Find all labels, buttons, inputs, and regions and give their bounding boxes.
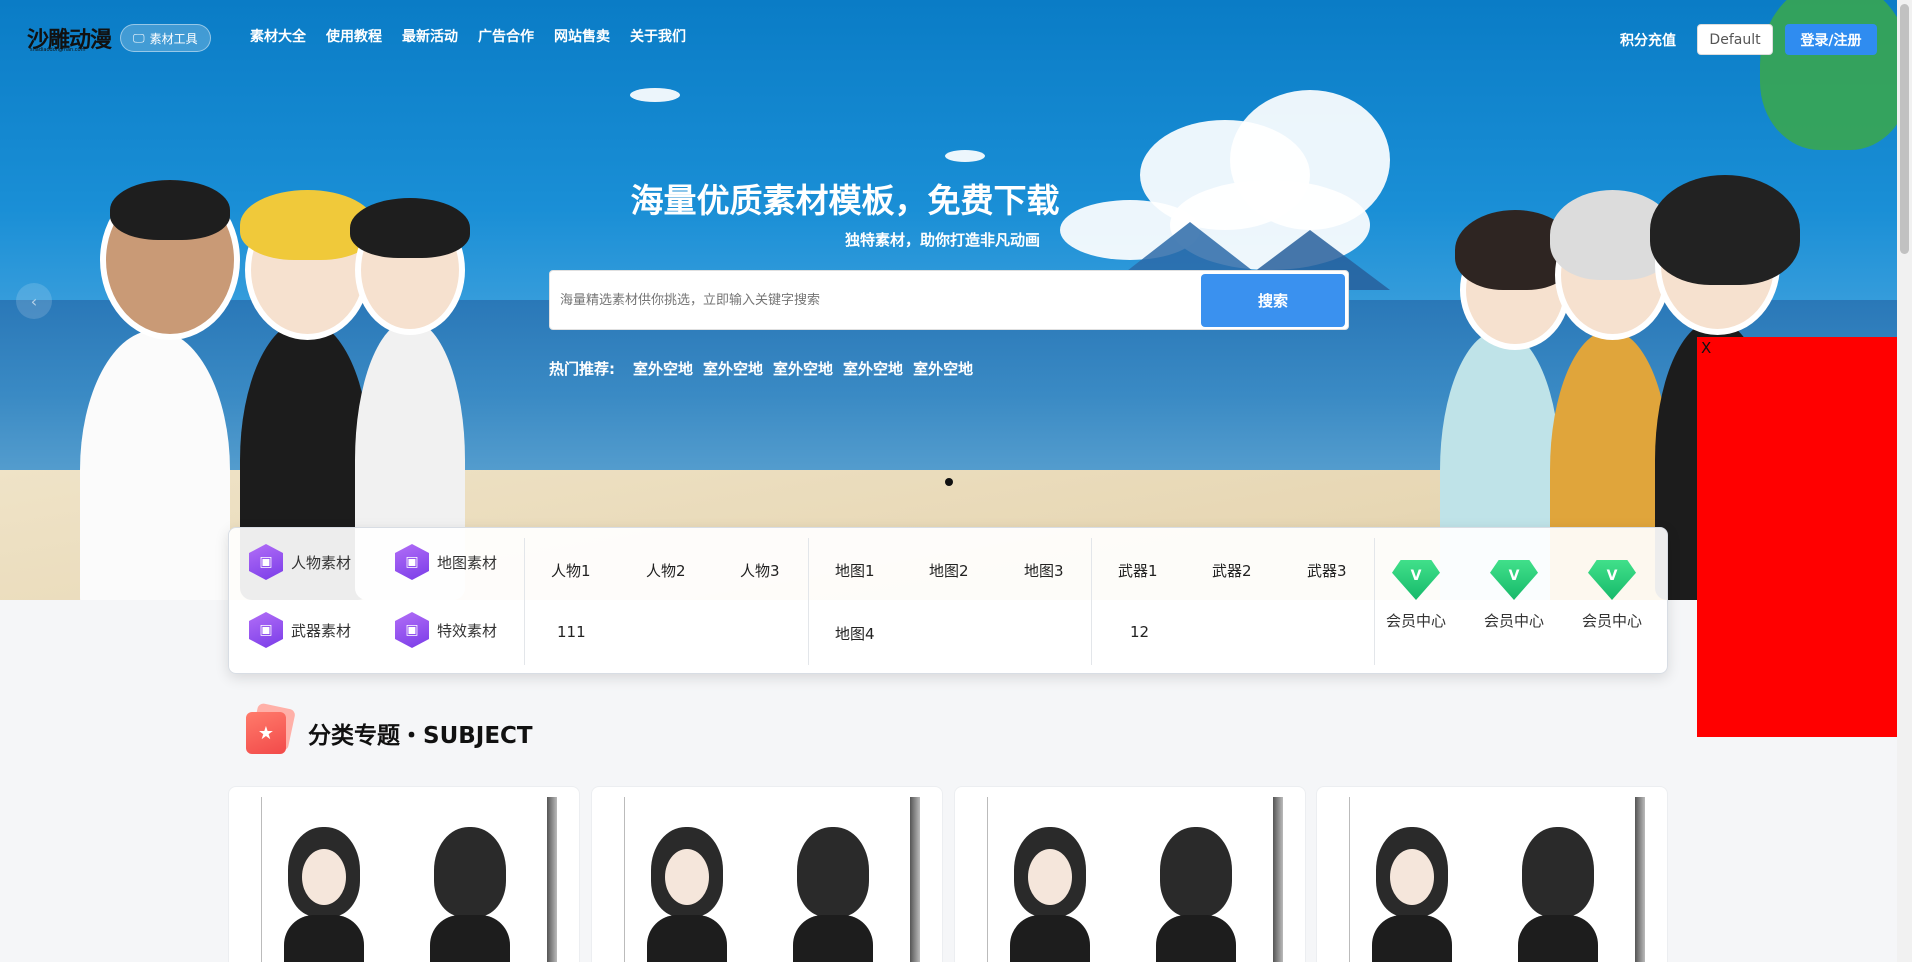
hot-recommend-label: 热门推荐:	[549, 360, 615, 378]
vip-center-link[interactable]: V 会员中心	[1386, 560, 1446, 631]
hero-title: 海量优质素材模板，免费下载	[630, 181, 1060, 220]
ad-close-button[interactable]: X	[1701, 339, 1711, 357]
login-register-button[interactable]: 登录/注册	[1785, 24, 1877, 55]
category-label: 人物素材	[291, 553, 352, 572]
nav-link-materials[interactable]: 素材大全	[250, 26, 306, 46]
sub-category-link[interactable]: 12	[1130, 623, 1149, 641]
scrollbar-thumb[interactable]	[1900, 4, 1909, 254]
category-label: 武器素材	[291, 621, 352, 640]
subject-icon: ★	[246, 702, 296, 754]
vip-center-label: 会员中心	[1386, 612, 1447, 630]
sub-category-link[interactable]: 武器2	[1212, 560, 1252, 581]
subject-card[interactable]	[1316, 786, 1668, 962]
hot-item[interactable]: 室外空地	[913, 358, 973, 379]
carousel-dot[interactable]	[945, 478, 953, 486]
chevron-left-icon: ‹	[30, 291, 38, 311]
sub-category-link[interactable]: 地图3	[1024, 560, 1064, 581]
divider	[1091, 538, 1092, 665]
diamond-icon: V	[1588, 560, 1636, 600]
category-effects[interactable]: ▣ 特效素材	[395, 612, 497, 648]
category-icon: ▣	[395, 612, 429, 648]
category-label: 特效素材	[437, 621, 498, 640]
material-tool-label: 素材工具	[149, 31, 198, 46]
floating-ad[interactable]: X	[1697, 337, 1897, 737]
category-panel: ▣ 人物素材 ▣ 地图素材 ▣ 武器素材 ▣ 特效素材 人物1 人物2 人物3 …	[228, 527, 1668, 674]
hot-item[interactable]: 室外空地	[703, 358, 763, 379]
hero-subtitle: 独特素材，助你打造非凡动画	[845, 231, 1041, 249]
hot-item[interactable]: 室外空地	[773, 358, 833, 379]
card-thumbnail	[624, 797, 914, 962]
subject-card[interactable]	[954, 786, 1306, 962]
cloud	[630, 88, 680, 102]
subject-title: 分类专题・SUBJECT	[308, 723, 533, 749]
cloud	[945, 150, 985, 162]
search-box: 搜索	[549, 270, 1349, 330]
nav-link-ads[interactable]: 广告合作	[478, 26, 534, 46]
vip-center-label: 会员中心	[1484, 612, 1545, 630]
category-weapons[interactable]: ▣ 武器素材	[249, 612, 351, 648]
card-thumbnail	[261, 797, 551, 962]
sub-category-link[interactable]: 地图4	[835, 623, 875, 644]
search-button[interactable]: 搜索	[1201, 274, 1345, 327]
sub-category-link[interactable]: 人物2	[646, 560, 686, 581]
top-nav: 沙雕动漫 shadiaodongman.com 🖵 素材工具 素材大全 使用教程…	[0, 0, 1912, 70]
divider	[524, 538, 525, 665]
monitor-icon: 🖵	[133, 30, 145, 45]
theme-default-button[interactable]: Default	[1697, 24, 1773, 55]
sub-category-link[interactable]: 人物1	[551, 560, 591, 581]
hero-title-wrap: 海量优质素材模板，免费下载	[0, 174, 1912, 222]
hot-item[interactable]: 室外空地	[843, 358, 903, 379]
category-people[interactable]: ▣ 人物素材	[249, 544, 351, 580]
sub-category-link[interactable]: 地图2	[929, 560, 969, 581]
site-logo-domain: shadiaodongman.com	[30, 47, 86, 53]
vip-center-label: 会员中心	[1582, 612, 1643, 630]
divider	[808, 538, 809, 665]
hot-recommend: 热门推荐: 室外空地 室外空地 室外空地 室外空地 室外空地	[549, 358, 973, 379]
sub-category-link[interactable]: 武器1	[1118, 560, 1158, 581]
character-body	[80, 330, 230, 600]
nav-link-events[interactable]: 最新活动	[402, 26, 458, 46]
nav-links: 素材大全 使用教程 最新活动 广告合作 网站售卖 关于我们	[250, 26, 686, 46]
sub-category-link[interactable]: 111	[557, 623, 586, 641]
star-icon: ★	[246, 712, 286, 754]
diamond-icon: V	[1392, 560, 1440, 600]
nav-link-tutorial[interactable]: 使用教程	[326, 26, 382, 46]
vip-center-link[interactable]: V 会员中心	[1582, 560, 1642, 631]
hot-item[interactable]: 室外空地	[633, 358, 693, 379]
sub-category-link[interactable]: 武器3	[1307, 560, 1347, 581]
card-thumbnail	[1349, 797, 1639, 962]
category-icon: ▣	[249, 612, 283, 648]
recharge-link[interactable]: 积分充值	[1620, 30, 1676, 50]
divider	[1374, 538, 1375, 665]
subject-card[interactable]	[591, 786, 943, 962]
vip-center-link[interactable]: V 会员中心	[1484, 560, 1544, 631]
sub-category-link[interactable]: 地图1	[835, 560, 875, 581]
sub-category-link[interactable]: 人物3	[740, 560, 780, 581]
carousel-prev-button[interactable]: ‹	[16, 283, 52, 319]
subject-card[interactable]	[228, 786, 580, 962]
category-icon: ▣	[395, 544, 429, 580]
material-tool-button[interactable]: 🖵 素材工具	[120, 24, 211, 52]
card-thumbnail	[987, 797, 1277, 962]
diamond-icon: V	[1490, 560, 1538, 600]
category-maps[interactable]: ▣ 地图素材	[395, 544, 497, 580]
category-label: 地图素材	[437, 553, 498, 572]
category-icon: ▣	[249, 544, 283, 580]
search-input[interactable]	[560, 277, 1160, 323]
nav-link-about[interactable]: 关于我们	[630, 26, 686, 46]
nav-link-sale[interactable]: 网站售卖	[554, 26, 610, 46]
